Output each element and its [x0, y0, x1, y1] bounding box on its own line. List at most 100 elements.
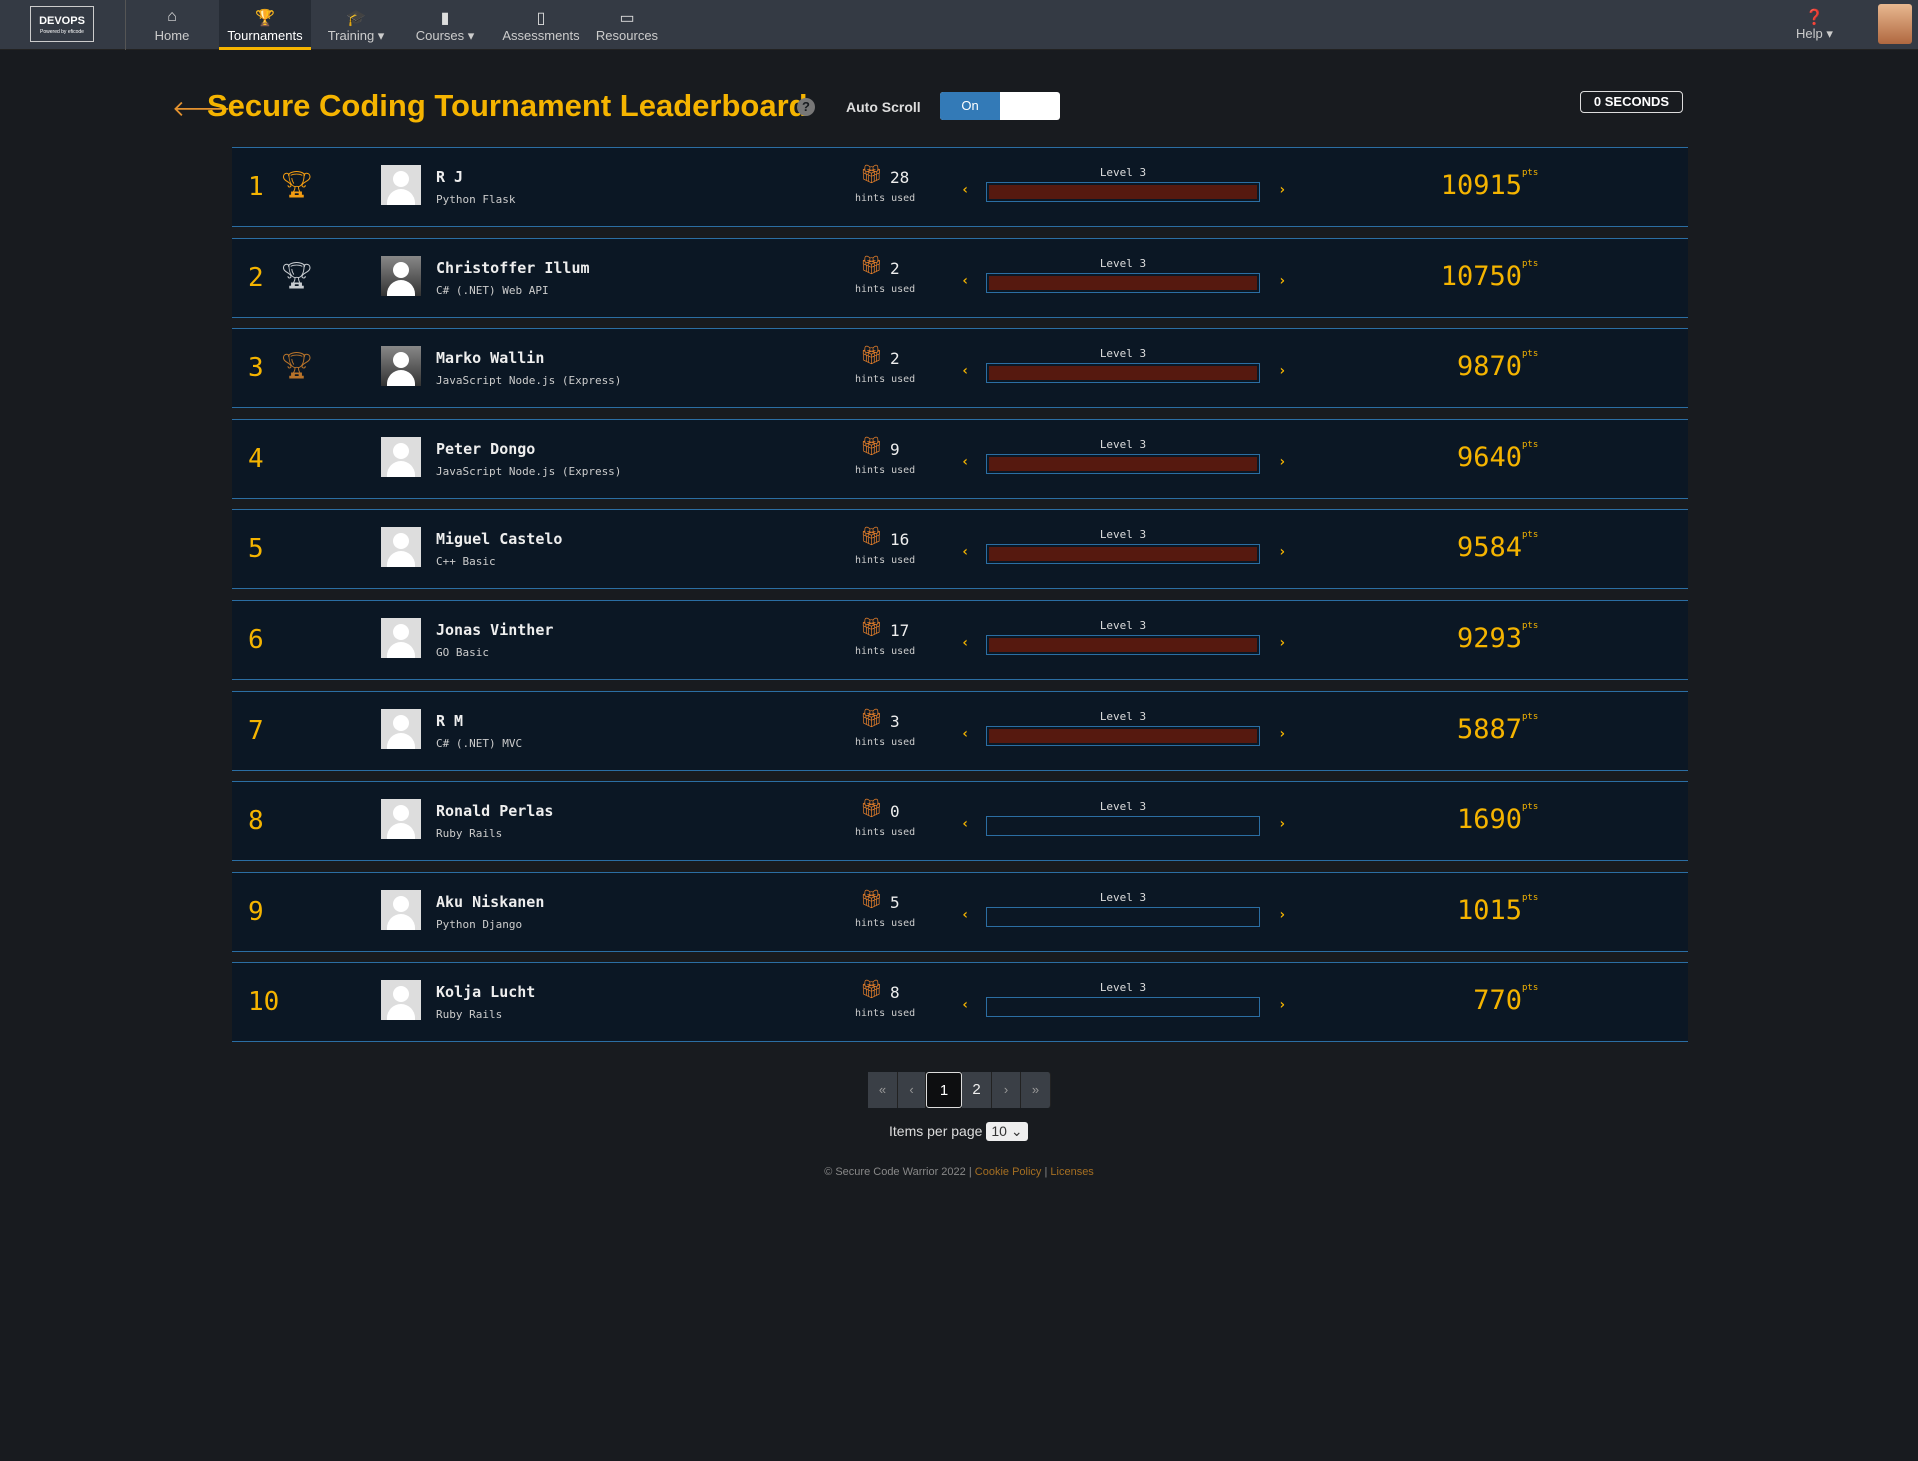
player-name: Aku Niskanen [436, 892, 545, 911]
nav-assessments[interactable]: ▯ Assessments [494, 0, 588, 50]
rank: 6 [248, 625, 264, 655]
rank: 7 [248, 715, 264, 746]
chevron-left-icon[interactable]: ‹ [961, 273, 969, 289]
user-avatar[interactable] [1878, 4, 1912, 44]
timer-badge: 0 SECONDS [1580, 91, 1683, 113]
progress-fill [989, 456, 1257, 471]
next-page-button[interactable]: › [992, 1072, 1021, 1108]
gift-icon: 🎁︎ [860, 164, 883, 185]
level-progress-bar [986, 725, 1260, 746]
hints-count: 9 [890, 439, 900, 459]
nav-tournaments[interactable]: 🏆 Tournaments [219, 0, 311, 50]
prev-page-button[interactable]: ‹ [898, 1072, 926, 1108]
chevron-left-icon[interactable]: ‹ [961, 907, 969, 923]
home-icon: ⌂ [167, 8, 177, 25]
auto-scroll-label: Auto Scroll [846, 99, 921, 115]
hints-used-label: hints used [855, 283, 916, 295]
hints-count: 17 [890, 621, 910, 640]
auto-scroll-toggle[interactable]: On [940, 92, 1060, 120]
player-language: C++ Basic [436, 555, 496, 569]
hints-used-label: hints used [855, 646, 916, 657]
page-1-button[interactable]: 1 [926, 1072, 962, 1108]
player-name: Peter Dongo [436, 439, 536, 458]
player-language: JavaScript Node.js (Express) [436, 374, 622, 388]
rank: 1 [248, 172, 264, 202]
gift-icon: 🎁︎ [860, 254, 883, 276]
chevron-right-icon[interactable]: › [1278, 544, 1286, 560]
leaderboard-row: 7 R M C# (.NET) MVC 🎁︎ 3 hints used ‹ Le… [232, 690, 1688, 771]
chevron-right-icon[interactable]: › [1278, 273, 1286, 289]
chevron-right-icon[interactable]: › [1278, 182, 1286, 198]
nav-home[interactable]: ⌂ Home [140, 0, 204, 50]
chevron-left-icon[interactable]: ‹ [961, 997, 969, 1013]
level-label: Level 3 [1099, 437, 1147, 451]
rank: 5 [248, 534, 264, 565]
player-avatar [381, 255, 421, 296]
chevron-left-icon[interactable]: ‹ [961, 182, 969, 198]
player-language: C# (.NET) Web API [436, 283, 549, 297]
player-avatar [381, 165, 421, 205]
silver-trophy-icon: 🏆︎ [280, 260, 314, 291]
player-avatar [381, 889, 421, 930]
chevron-left-icon[interactable]: ‹ [961, 544, 969, 560]
gift-icon: 🎁︎ [860, 798, 883, 820]
nav-training[interactable]: 🎓 Training ▾ [316, 0, 396, 50]
chevron-left-icon[interactable]: ‹ [961, 726, 969, 742]
chevron-right-icon[interactable]: › [1278, 907, 1286, 923]
page-2-button[interactable]: 2 [962, 1072, 992, 1108]
player-name: Christoffer Illum [436, 258, 590, 277]
hints-count: 8 [890, 983, 900, 1003]
chevron-right-icon[interactable]: › [1278, 726, 1286, 742]
chevron-right-icon[interactable]: › [1278, 635, 1286, 651]
progress-fill [989, 638, 1257, 652]
chevron-right-icon[interactable]: › [1278, 997, 1286, 1013]
chevron-left-icon[interactable]: ‹ [961, 635, 969, 651]
rank: 8 [248, 806, 264, 837]
level-label: Level 3 [1099, 981, 1147, 995]
licenses-link[interactable]: Licenses [1050, 1166, 1093, 1178]
gift-icon: 🎁︎ [860, 707, 883, 729]
player-avatar [381, 708, 421, 749]
help-menu[interactable]: ❓ Help ▾ [1796, 8, 1833, 42]
leaderboard-row: 3 🏆︎ Marko Wallin JavaScript Node.js (Ex… [232, 328, 1688, 409]
player-name: Miguel Castelo [436, 530, 563, 549]
file-icon: ▯ [536, 10, 546, 27]
first-page-button[interactable]: « [868, 1072, 898, 1108]
nav-courses[interactable]: ▮ Courses ▾ [406, 0, 484, 50]
progress-fill [989, 366, 1257, 381]
chevron-left-icon[interactable]: ‹ [961, 816, 969, 832]
points: 1015 pts [1456, 892, 1539, 926]
level-label: Level 3 [1099, 166, 1147, 179]
hints-count: 2 [890, 258, 900, 278]
chevron-right-icon[interactable]: › [1278, 816, 1286, 832]
points: 770 pts [1473, 983, 1539, 1017]
last-page-button[interactable]: » [1021, 1072, 1051, 1108]
hints-count: 28 [890, 168, 910, 187]
help-icon[interactable]: ? [797, 98, 815, 116]
points: 10750 pts [1440, 258, 1539, 292]
player-avatar [381, 436, 421, 477]
gold-trophy-icon: 🏆︎ [280, 170, 314, 200]
points: 9870 pts [1456, 349, 1539, 383]
player-name: Jonas Vinther [436, 621, 554, 639]
points: 5887 pts [1456, 711, 1539, 745]
devops-conference-logo[interactable]: DEVOPS Powered by eficode [30, 6, 94, 42]
leaderboard-row: 10 Kolja Lucht Ruby Rails 🎁︎ 8 hints use… [232, 962, 1688, 1043]
level-label: Level 3 [1099, 256, 1147, 270]
cookie-policy-link[interactable]: Cookie Policy [975, 1166, 1042, 1178]
bronze-trophy-icon: 🏆︎ [280, 351, 314, 382]
leaderboard-row: 1 🏆︎ R J Python Flask 🎁︎ 28 hints used ‹… [232, 147, 1688, 227]
chevron-left-icon[interactable]: ‹ [961, 363, 969, 379]
rank: 2 [248, 262, 264, 293]
level-progress-bar [986, 544, 1260, 565]
level-label: Level 3 [1099, 528, 1147, 542]
gift-icon: 🎁︎ [860, 617, 883, 638]
hints-used-label: hints used [855, 555, 916, 567]
level-progress-bar [986, 816, 1260, 837]
items-per-page-select[interactable]: 10 ⌄ [986, 1122, 1028, 1141]
chevron-right-icon[interactable]: › [1278, 363, 1286, 379]
nav-resources[interactable]: ▭ Resources [589, 0, 665, 50]
player-name: R M [436, 711, 464, 730]
chevron-left-icon[interactable]: ‹ [961, 454, 969, 470]
chevron-right-icon[interactable]: › [1278, 454, 1286, 470]
